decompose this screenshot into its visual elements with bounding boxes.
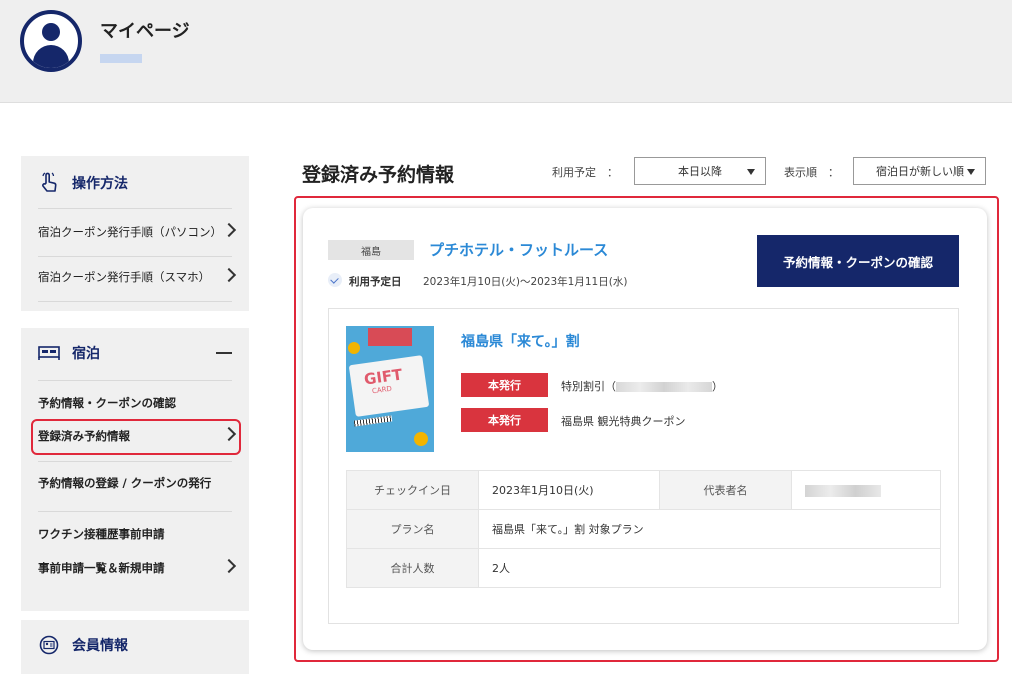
representative-label: 代表者名: [659, 470, 792, 510]
user-avatar-icon: [20, 10, 82, 72]
issued-status-badge: 本発行: [461, 373, 548, 397]
sort-label: 表示順 ：: [784, 166, 839, 179]
chevron-right-icon: [221, 267, 237, 283]
filter-label: 利用予定 ：: [552, 166, 618, 179]
main-title: 登録済み予約情報: [302, 164, 455, 186]
check-circle-icon: [328, 273, 342, 287]
representative-value: [791, 470, 941, 510]
hotel-name-link[interactable]: プチホテル・フットルース: [429, 239, 608, 260]
thumbnail-top-card: [368, 328, 412, 346]
chevron-right-icon: [221, 558, 237, 574]
checkin-label: チェックイン日: [346, 470, 479, 510]
dropdown-arrow-icon: [967, 169, 975, 175]
prefecture-badge: 福島: [328, 240, 414, 260]
collapse-minus-icon[interactable]: [216, 352, 232, 354]
table-row: プラン名 福島県「来て。」割 対象プラン: [346, 509, 941, 549]
table-row: 合計人数 2人: [346, 548, 941, 588]
sidebar-member-section: 会員情報: [21, 620, 249, 674]
chevron-right-icon: [221, 222, 237, 238]
sidebar-stay-heading[interactable]: 宿泊: [21, 328, 249, 378]
sidebar-item-application-list[interactable]: 事前申請一覧＆新規申請: [38, 554, 238, 582]
sidebar-howto-heading: 操作方法: [21, 158, 249, 208]
hand-pointer-icon: [38, 172, 60, 194]
coupon-tourism-benefit: 福島県 観光特典クーポン: [561, 415, 686, 428]
redacted-text: [805, 484, 881, 497]
sidebar-item-register-issue-coupon[interactable]: 予約情報の登録 / クーポンの発行: [38, 469, 238, 497]
bed-icon: [38, 342, 60, 364]
reservation-info-table: チェックイン日 2023年1月10日(火) 代表者名 プラン名 福島県「来て。」…: [346, 470, 941, 588]
usage-filter-select[interactable]: 本日以降: [634, 157, 766, 185]
sidebar-item-coupon-smartphone[interactable]: 宿泊クーポン発行手順（スマホ）: [38, 263, 238, 291]
use-date-label: 利用予定日: [349, 276, 402, 288]
campaign-title-link[interactable]: 福島県「来て。」割: [461, 331, 580, 351]
coupon-special-discount: 特別割引（）: [561, 380, 723, 393]
sidebar-item-vaccine-application[interactable]: ワクチン接種歴事前申請: [38, 520, 238, 548]
sidebar-howto-section: 操作方法 宿泊クーポン発行手順（パソコン） 宿泊クーポン発行手順（スマホ）: [21, 156, 249, 311]
guests-label: 合計人数: [346, 548, 479, 588]
use-dates: 2023年1月10日(火)〜2023年1月11日(水): [423, 276, 628, 288]
checkin-value: 2023年1月10日(火): [478, 470, 660, 510]
page-title: マイページ: [100, 21, 190, 42]
plan-label: プラン名: [346, 509, 479, 549]
issued-status-badge: 本発行: [461, 408, 548, 432]
sidebar-item-reservation-coupon-check[interactable]: 予約情報・クーポンの確認: [38, 389, 238, 417]
plan-value: 福島県「来て。」割 対象プラン: [478, 509, 941, 549]
sidebar-member-heading[interactable]: 会員情報: [21, 620, 249, 670]
dropdown-arrow-icon: [747, 169, 755, 175]
guests-value: 2人: [478, 548, 941, 588]
user-name-redacted: [100, 54, 142, 63]
sidebar-stay-section: 宿泊 予約情報・クーポンの確認 登録済み予約情報 予約情報の登録 / クーポンの…: [21, 328, 249, 611]
table-row: チェックイン日 2023年1月10日(火) 代表者名: [346, 470, 941, 510]
selected-item-highlight: [31, 419, 241, 455]
confirm-reservation-coupon-button[interactable]: 予約情報・クーポンの確認: [757, 235, 959, 287]
sidebar-item-coupon-pc[interactable]: 宿泊クーポン発行手順（パソコン）: [38, 218, 238, 246]
redacted-text: [616, 382, 712, 392]
page-header: マイページ: [0, 0, 1012, 103]
gift-card-thumbnail: GIFT CARD: [346, 326, 434, 452]
member-id-icon: [38, 634, 60, 656]
sort-order-select[interactable]: 宿泊日が新しい順: [853, 157, 986, 185]
